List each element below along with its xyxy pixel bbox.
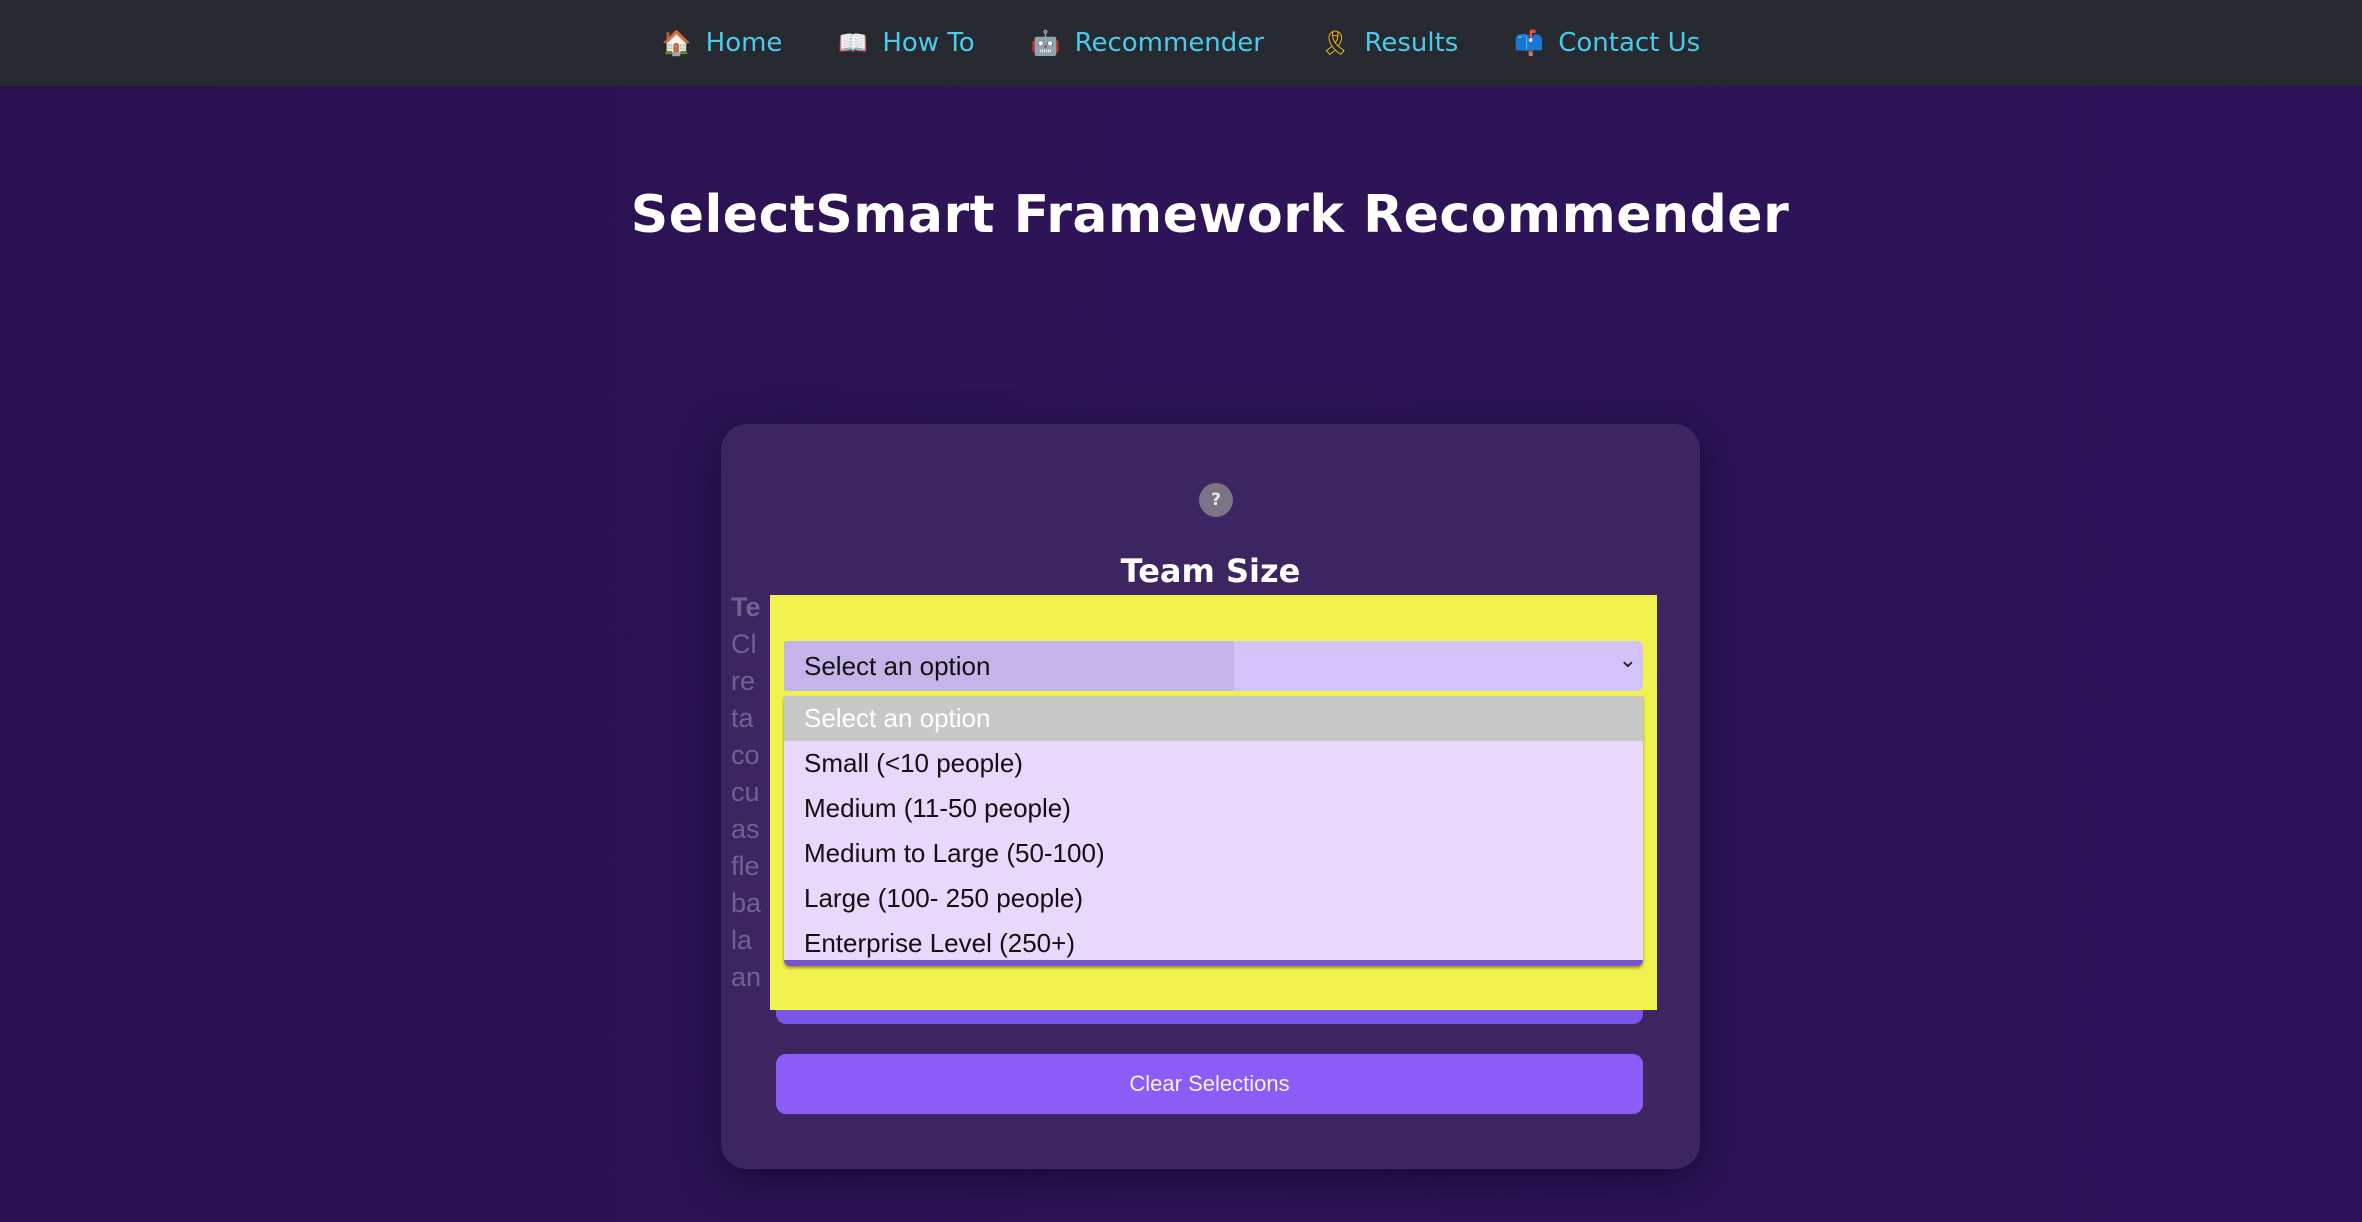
select-current-value: Select an option xyxy=(804,650,991,681)
nav-contact-us-label: Contact Us xyxy=(1558,28,1701,58)
nav-how-to[interactable]: 📖 How To xyxy=(838,28,974,58)
robot-icon: 🤖 xyxy=(1030,29,1061,57)
mailbox-icon: 📫 xyxy=(1514,29,1545,57)
nav-home-label: Home xyxy=(705,28,783,58)
highlight-overlay: Select an option ⌄ Select an option Smal… xyxy=(770,595,1657,1010)
option-large[interactable]: Large (100- 250 people) xyxy=(784,876,1643,921)
help-icon[interactable]: ? xyxy=(1199,483,1233,517)
option-medium[interactable]: Medium (11-50 people) xyxy=(784,786,1643,831)
team-size-options-list: Select an option Small (<10 people) Medi… xyxy=(784,696,1643,966)
nav-recommender[interactable]: 🤖 Recommender xyxy=(1031,28,1264,58)
nav-contact-us[interactable]: 📫 Contact Us xyxy=(1514,28,1700,58)
ribbon-icon: 🎗 xyxy=(1319,29,1351,57)
chevron-down-icon: ⌄ xyxy=(1618,647,1637,672)
option-select-an-option[interactable]: Select an option xyxy=(784,696,1643,741)
top-navbar: 🏠 Home 📖 How To 🤖 Recommender 🎗 Results … xyxy=(0,0,2362,86)
nav-results-label: Results xyxy=(1364,28,1459,58)
option-medium-to-large[interactable]: Medium to Large (50-100) xyxy=(784,831,1643,876)
question-title: Team Size xyxy=(1120,552,1301,590)
nav-recommender-label: Recommender xyxy=(1074,28,1264,58)
nav-results[interactable]: 🎗 Results xyxy=(1320,28,1458,58)
option-small[interactable]: Small (<10 people) xyxy=(784,741,1643,786)
house-icon: 🏠 xyxy=(661,29,692,57)
page-title: SelectSmart Framework Recommender xyxy=(630,185,1790,245)
clear-selections-button[interactable]: Clear Selections xyxy=(776,1054,1643,1114)
nav-how-to-label: How To xyxy=(882,28,975,58)
nav-home[interactable]: 🏠 Home xyxy=(662,28,783,58)
option-enterprise[interactable]: Enterprise Level (250+) xyxy=(784,921,1643,966)
open-book-icon: 📖 xyxy=(838,29,869,57)
team-size-select[interactable]: Select an option ⌄ xyxy=(784,641,1643,691)
